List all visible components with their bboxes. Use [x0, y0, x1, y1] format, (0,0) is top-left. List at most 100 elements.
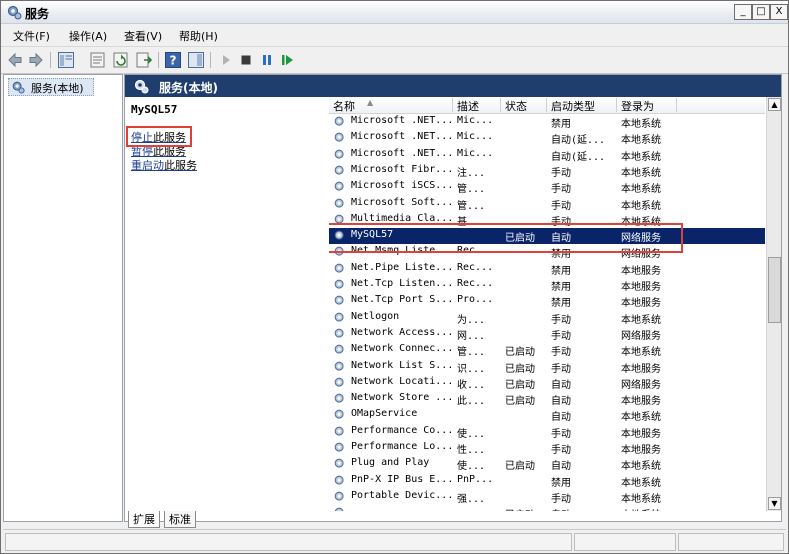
status-panel — [574, 533, 676, 551]
tree-item-label: 服务(本地) — [31, 82, 84, 95]
cell-desc: 使... — [457, 428, 486, 440]
column-name-label: 名称 — [333, 100, 355, 113]
table-row[interactable]: Network List S... 识... 已启动 手动 本地服务 — [329, 359, 765, 375]
tab-standard[interactable]: 标准 — [164, 511, 196, 528]
table-row[interactable]: Netlogon 为... 手动 本地系统 — [329, 310, 765, 326]
cell-logon: 本地系统 — [621, 184, 661, 196]
cell-status: 已启动 — [505, 363, 535, 375]
cell-logon: 本地服务 — [621, 396, 661, 408]
services-gear-icon — [12, 81, 25, 94]
service-gear-icon — [334, 295, 344, 305]
help-icon[interactable]: ? — [164, 51, 182, 69]
menu-action[interactable]: 操作(A) — [69, 28, 107, 44]
cell-startup: 自动 — [551, 379, 571, 391]
cell-name: Microsoft .NET... — [351, 131, 451, 143]
table-row[interactable]: Performance Lo... 性... 手动 本地服务 — [329, 440, 765, 456]
console-tree: 服务(本地) — [3, 74, 123, 522]
vertical-scrollbar[interactable]: ▲ ▼ — [766, 97, 781, 511]
cell-name: Net.Tcp Port S... — [351, 294, 451, 306]
cell-desc: Rec... — [457, 261, 494, 273]
scroll-down-icon[interactable]: ▼ — [768, 497, 781, 510]
table-row[interactable]: Microsoft .NET... Mic... 自动(延... 本地系统 — [329, 130, 765, 146]
table-row[interactable]: Network Store ... 此... 已启动 自动 本地服务 — [329, 391, 765, 407]
service-gear-icon — [334, 181, 344, 191]
menu-view[interactable]: 查看(V) — [124, 28, 162, 44]
table-row[interactable]: OMapService 自动 本地系统 — [329, 407, 765, 423]
start-service-icon[interactable] — [217, 51, 235, 69]
cell-name: Microsoft Soft... — [351, 196, 451, 208]
menu-file[interactable]: 文件(F) — [13, 28, 50, 44]
console-tree-icon[interactable] — [57, 51, 75, 69]
table-row[interactable]: Network Locati... 收... 已启动 自动 网络服务 — [329, 375, 765, 391]
column-logon-as[interactable]: 登录为 — [617, 98, 677, 113]
cell-logon: 本地系统 — [621, 200, 661, 212]
export-list-icon[interactable] — [135, 51, 153, 69]
table-row[interactable]: 已启动自动本地系统 — [329, 505, 765, 511]
forward-arrow-icon[interactable] — [27, 51, 45, 69]
properties-sheet-icon[interactable] — [89, 51, 107, 69]
pause-service-icon[interactable] — [258, 51, 276, 69]
cell-startup: 自动(延... — [551, 151, 606, 163]
table-row[interactable]: Microsoft .NET... Mic... 自动(延... 本地系统 — [329, 147, 765, 163]
cell-desc: 此... — [457, 396, 486, 408]
tree-item-local-services[interactable]: 服务(本地) — [8, 78, 94, 96]
service-gear-icon — [334, 377, 344, 387]
cell-name: Microsoft .NET... — [351, 115, 451, 126]
cell-name: PnP-X IP Bus E... — [351, 473, 451, 485]
cell-startup: 手动 — [551, 428, 571, 440]
service-gear-icon — [334, 361, 344, 371]
column-startup-type[interactable]: 启动类型 — [547, 98, 617, 113]
window-title: 服务 — [25, 7, 50, 21]
status-panel-main — [5, 533, 572, 551]
table-row[interactable]: Microsoft Fibr... 注... 手动 本地系统 — [329, 163, 765, 179]
cell-desc: Mic... — [457, 147, 494, 159]
back-arrow-icon[interactable] — [6, 51, 24, 69]
maximize-button[interactable]: □ — [752, 4, 770, 20]
stop-service-icon[interactable] — [237, 51, 255, 69]
column-status[interactable]: 状态 — [501, 98, 547, 113]
restart-link-text[interactable]: 重启动 — [131, 159, 164, 172]
table-row[interactable]: Microsoft Soft... 管... 手动 本地系统 — [329, 196, 765, 212]
table-row[interactable]: Net.Tcp Port S... Pro... 禁用 本地服务 — [329, 293, 765, 309]
service-gear-icon — [334, 116, 344, 126]
menu-help[interactable]: 帮助(H) — [179, 28, 218, 44]
view-tabs: 扩展 标准 — [124, 511, 324, 528]
service-gear-icon — [334, 410, 344, 419]
table-row[interactable]: Performance Co... 使... 手动 本地服务 — [329, 424, 765, 440]
table-row[interactable]: Net.Pipe Liste... Rec... 禁用 本地服务 — [329, 261, 765, 277]
close-button[interactable]: X — [770, 4, 788, 20]
table-row[interactable]: Network Access... 网... 手动 网络服务 — [329, 326, 765, 342]
cell-startup: 禁用 — [551, 265, 571, 277]
scroll-up-icon[interactable]: ▲ — [768, 98, 781, 111]
cell-logon: 本地系统 — [621, 119, 661, 130]
cell-desc: Mic... — [457, 131, 494, 143]
show-hide-action-pane-icon[interactable] — [187, 51, 205, 69]
column-name[interactable]: 名称 ▲ — [329, 98, 453, 113]
title-bar[interactable]: 服务 _ □ X — [1, 1, 788, 24]
toolbar: ? — [1, 46, 788, 74]
table-row[interactable]: Plug and Play 使... 已启动 自动 本地系统 — [329, 456, 765, 472]
table-row[interactable]: Network Connec... 管... 已启动 手动 本地系统 — [329, 342, 765, 358]
toolbar-separator — [50, 52, 51, 68]
minimize-button[interactable]: _ — [734, 4, 752, 20]
table-row[interactable]: Portable Devic... 强... 手动 本地系统 — [329, 489, 765, 505]
refresh-icon[interactable] — [112, 51, 130, 69]
table-row[interactable]: Microsoft iSCS... 管... 手动 本地系统 — [329, 179, 765, 195]
table-row[interactable]: PnP-X IP Bus E... PnP... 禁用 本地系统 — [329, 473, 765, 489]
table-row[interactable]: Microsoft .NET... Mic... 禁用 本地系统 — [329, 114, 765, 130]
cell-name: Performance Lo... — [351, 441, 451, 452]
table-row[interactable]: Net.Tcp Listen... Rec... 禁用 本地服务 — [329, 277, 765, 293]
scroll-thumb[interactable] — [768, 257, 781, 323]
column-description[interactable]: 描述 — [453, 98, 501, 113]
toolbar-separator — [210, 52, 211, 68]
restart-service-icon[interactable] — [279, 51, 297, 69]
cell-desc: 收... — [457, 379, 486, 391]
service-gear-icon — [334, 165, 344, 175]
cell-status: 已启动 — [505, 506, 549, 511]
cell-desc: 注... — [457, 167, 486, 179]
tab-extended[interactable]: 扩展 — [128, 511, 160, 528]
restart-service-link[interactable]: 重启动此服务 — [131, 157, 197, 173]
cell-desc: 管... — [457, 200, 486, 212]
cell-startup: 手动 — [551, 445, 571, 456]
cell-startup: 手动 — [551, 493, 571, 505]
